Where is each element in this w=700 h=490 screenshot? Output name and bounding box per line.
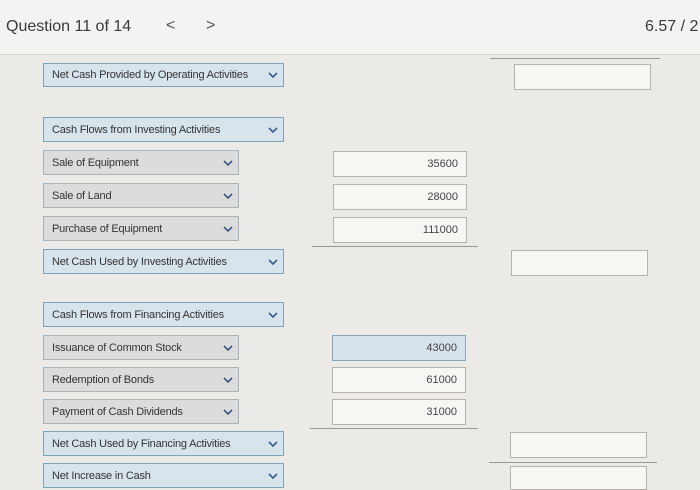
select-label: Payment of Cash Dividends (52, 405, 183, 418)
financing-net-input[interactable] (510, 432, 647, 458)
chevron-down-icon (268, 258, 278, 265)
chevron-down-icon (223, 225, 233, 232)
sale-land-select[interactable]: Sale of Land (43, 183, 239, 208)
cash-dividends-select[interactable]: Payment of Cash Dividends (43, 399, 239, 424)
subtotal-line (310, 428, 478, 429)
question-counter: Question 11 of 14 (6, 18, 132, 35)
divider (490, 58, 660, 59)
investing-heading-select[interactable]: Cash Flows from Investing Activities (43, 117, 284, 142)
chevron-down-icon (268, 440, 278, 447)
cash-dividends-input[interactable]: 31000 (332, 399, 466, 425)
select-label: Cash Flows from Financing Activities (52, 308, 224, 321)
chevron-down-icon (223, 159, 233, 166)
net-increase-select[interactable]: Net Increase in Cash (43, 463, 284, 488)
redemption-bonds-select[interactable]: Redemption of Bonds (43, 367, 239, 392)
investing-net-input[interactable] (511, 250, 648, 276)
purchase-equipment-input[interactable]: 111000 (333, 217, 467, 243)
sale-equipment-select[interactable]: Sale of Equipment (43, 150, 239, 175)
chevron-down-icon (268, 126, 278, 133)
sale-equipment-input[interactable]: 35600 (333, 151, 467, 177)
net-increase-input[interactable] (510, 466, 647, 490)
select-label: Redemption of Bonds (52, 373, 154, 386)
question-header: Question 11 of 14 < > 6.57 / 2 (0, 0, 700, 55)
issuance-stock-select[interactable]: Issuance of Common Stock (43, 335, 239, 360)
sale-land-input[interactable]: 28000 (333, 184, 467, 210)
chevron-down-icon (223, 376, 233, 383)
investing-net-select[interactable]: Net Cash Used by Investing Activities (43, 249, 284, 274)
purchase-equipment-select[interactable]: Purchase of Equipment (43, 216, 239, 241)
select-label: Net Increase in Cash (52, 469, 151, 482)
select-label: Sale of Equipment (52, 156, 139, 169)
chevron-down-icon (223, 344, 233, 351)
chevron-down-icon (268, 472, 278, 479)
chevron-down-icon (268, 72, 278, 79)
financing-heading-select[interactable]: Cash Flows from Financing Activities (43, 302, 284, 327)
select-label: Sale of Land (52, 189, 112, 202)
financing-net-select[interactable]: Net Cash Used by Financing Activities (43, 431, 284, 456)
score-display: 6.57 / 2 (645, 18, 699, 35)
select-label: Issuance of Common Stock (52, 341, 182, 354)
chevron-down-icon (223, 192, 233, 199)
prev-question-button[interactable]: < (166, 17, 175, 35)
operating-net-select[interactable]: Net Cash Provided by Operating Activitie… (43, 63, 284, 87)
chevron-down-icon (223, 408, 233, 415)
operating-net-input[interactable] (514, 64, 651, 90)
redemption-bonds-input[interactable]: 61000 (332, 367, 466, 393)
select-label: Cash Flows from Investing Activities (52, 123, 221, 136)
next-question-button[interactable]: > (206, 17, 215, 35)
issuance-stock-input[interactable]: 43000 (332, 335, 466, 361)
total-line (489, 462, 657, 463)
chevron-down-icon (268, 311, 278, 318)
select-label: Net Cash Provided by Operating Activitie… (52, 69, 249, 81)
select-label: Net Cash Used by Investing Activities (52, 255, 227, 268)
subtotal-line (312, 246, 478, 247)
select-label: Purchase of Equipment (52, 222, 163, 235)
select-label: Net Cash Used by Financing Activities (52, 437, 231, 450)
